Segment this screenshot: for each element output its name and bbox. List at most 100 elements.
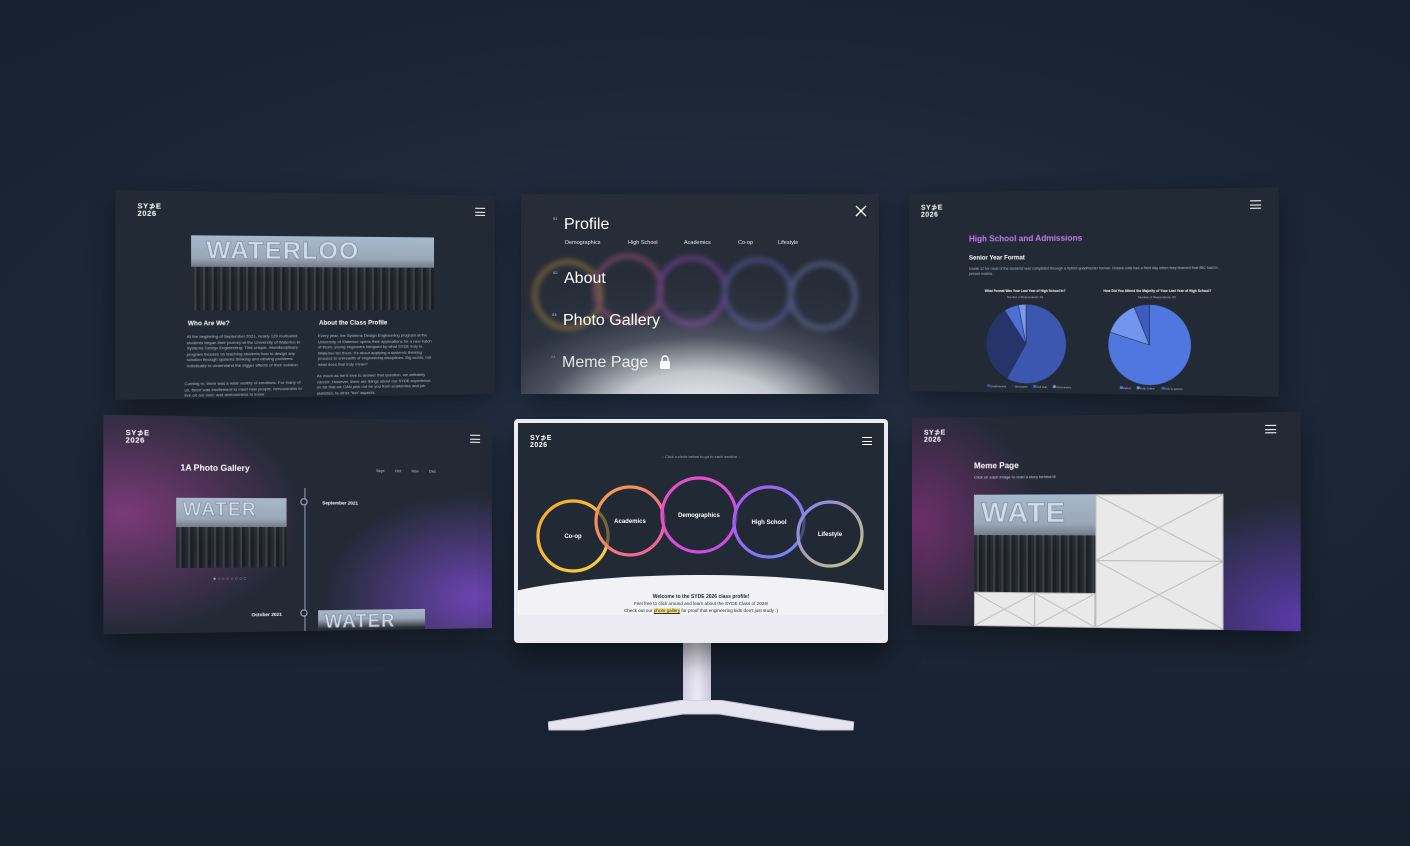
section-title: High School and Admissions bbox=[968, 233, 1083, 244]
chart1-subtitle: Number of Respondents: 63 bbox=[1007, 295, 1043, 300]
welcome-line3-suffix: for proof that engineering kids don't ju… bbox=[681, 608, 779, 613]
menu-icon[interactable] bbox=[1250, 200, 1262, 209]
logo-line2: 2026 bbox=[923, 436, 942, 444]
legend-label: Semesters bbox=[1015, 385, 1028, 389]
timeline-entry-label: September 2021 bbox=[322, 500, 359, 506]
monitor-stand-base bbox=[547, 699, 855, 734]
legend-label: Full Year bbox=[1036, 385, 1048, 390]
welcome-line3-prefix: Check out our bbox=[623, 608, 653, 613]
photo-watermark: WATER bbox=[324, 609, 396, 632]
section-circle-label: Demographics bbox=[678, 513, 720, 519]
meme-placeholder[interactable] bbox=[1034, 592, 1096, 628]
logo[interactable]: SY⊅E 2026 bbox=[137, 203, 161, 218]
menu-overlay-screen: 01 Profile Demographics High School Acad… bbox=[521, 194, 879, 394]
submenu-coop[interactable]: Co-op bbox=[738, 240, 753, 246]
logo-line1: SY⊅E bbox=[530, 435, 552, 442]
submenu-demographics[interactable]: Demographics bbox=[565, 240, 600, 246]
menu-item-number: 04 bbox=[551, 354, 556, 359]
logo[interactable]: SY⊅E 2026 bbox=[921, 205, 943, 219]
about-text-2: As much as we'd love to answer that ques… bbox=[316, 371, 431, 396]
legend-label: Octomesters bbox=[1056, 386, 1072, 390]
menu-item-label: Profile bbox=[564, 216, 610, 233]
month-tab[interactable]: Dec bbox=[429, 468, 436, 473]
legend-label: Hybrid bbox=[1122, 387, 1131, 391]
section-description: Grade 12 for most of the students was co… bbox=[968, 265, 1219, 276]
month-tab[interactable]: Nov bbox=[412, 468, 419, 473]
about-page-screen: SY⊅E 2026 WATERLOO Who Are We? At the be… bbox=[115, 190, 495, 400]
photo-gallery-link[interactable]: photo gallery bbox=[653, 608, 681, 613]
logo[interactable]: SY⊅E 2026 bbox=[924, 430, 946, 444]
photo-watermark: WATE bbox=[981, 496, 1067, 529]
submenu-high-school[interactable]: High School bbox=[628, 240, 658, 246]
section-subtitle: Senior Year Format bbox=[968, 255, 1025, 262]
gallery-photo[interactable]: WATER bbox=[176, 497, 287, 569]
meme-title: Meme Page bbox=[973, 461, 1019, 471]
welcome-line3: Check out our photo gallery for proof th… bbox=[518, 608, 884, 613]
timeline-entry-label: October 2021 bbox=[251, 611, 282, 618]
logo[interactable]: SY⊅E 2026 bbox=[530, 435, 552, 449]
chart2-title: How Did You Attend the Majority of Your … bbox=[1103, 288, 1212, 294]
meme-subtitle: Click on each image to read a story behi… bbox=[973, 473, 1056, 480]
photo-watermark: WATERLOO bbox=[206, 236, 360, 266]
class-photo: WATERLOO bbox=[191, 235, 435, 311]
monitor-stand-neck bbox=[683, 640, 711, 708]
menu-item-number: 02 bbox=[553, 270, 558, 275]
month-tab[interactable]: Sept bbox=[376, 468, 384, 473]
menu-icon[interactable] bbox=[470, 434, 481, 443]
high-school-screen: SY⊅E 2026 High School and Admissions Sen… bbox=[909, 187, 1279, 397]
who-heading: Who Are We? bbox=[187, 321, 230, 328]
logo-line2: 2026 bbox=[920, 211, 939, 219]
welcome-title: Welcome to the SYDE 2026 class profile! bbox=[652, 594, 750, 600]
lock-icon bbox=[659, 355, 671, 369]
logo-line2: 2026 bbox=[125, 437, 145, 445]
who-text: At the beginning of September 2021, near… bbox=[186, 333, 301, 368]
meme-photo[interactable]: WATE bbox=[973, 494, 1096, 593]
photo-gallery-screen: SY⊅E 2026 1A Photo Gallery Sept Oct Nov … bbox=[103, 414, 493, 635]
section-circles: Co-op Academics Demographics High School Lif… bbox=[536, 476, 864, 573]
menu-item-number: 01 bbox=[553, 216, 558, 221]
timeline-marker bbox=[300, 498, 308, 506]
logo-line2: 2026 bbox=[530, 442, 548, 449]
menu-item-label: Meme Page bbox=[562, 354, 649, 371]
welcome-line2: Feel free to click around and learn abou… bbox=[633, 601, 769, 606]
menu-item-label: Photo Gallery bbox=[563, 312, 660, 329]
photo-watermark: WATER bbox=[182, 499, 257, 521]
section-circle-label: Lifestyle bbox=[818, 532, 843, 538]
legend-label: Fully Online bbox=[1140, 387, 1155, 391]
logo[interactable]: SY⊅E 2026 bbox=[126, 430, 150, 445]
pie-chart-attendance bbox=[1107, 303, 1192, 387]
submenu-academics[interactable]: Academics bbox=[684, 240, 711, 246]
menu-item-label: About bbox=[564, 270, 606, 287]
meme-placeholder[interactable] bbox=[1095, 493, 1224, 562]
pie-chart-format bbox=[985, 303, 1067, 385]
timeline-marker bbox=[300, 609, 308, 617]
menu-item-number: 03 bbox=[552, 312, 557, 317]
legend-label: Quadmesters bbox=[990, 385, 1007, 389]
section-circle-high-school[interactable]: High School bbox=[732, 485, 806, 559]
chart1-title: What Format Was Your Last Year of High S… bbox=[984, 288, 1066, 294]
menu-icon[interactable] bbox=[475, 207, 486, 216]
about-text: Every year, the Systems Design Engineeri… bbox=[317, 332, 432, 367]
chart2-subtitle: Number of Respondents: 63 bbox=[1138, 295, 1176, 300]
section-circle-label: High School bbox=[752, 520, 787, 526]
month-tab[interactable]: Oct bbox=[395, 468, 401, 473]
close-icon[interactable] bbox=[855, 204, 867, 217]
chart1-legend: Quadmesters Semesters Full Year Octomest… bbox=[987, 384, 1071, 389]
menu-icon[interactable] bbox=[862, 437, 872, 445]
gallery-title: 1A Photo Gallery bbox=[180, 463, 250, 474]
meme-placeholder[interactable] bbox=[973, 591, 1036, 627]
section-circle-lifestyle[interactable]: Lifestyle bbox=[796, 500, 864, 568]
meme-placeholder[interactable] bbox=[1095, 560, 1224, 631]
section-circle-demographics[interactable]: Demographics bbox=[660, 476, 738, 554]
menu-icon[interactable] bbox=[1265, 424, 1277, 434]
chart2-legend: Hybrid Fully Online Fully In-person bbox=[1119, 385, 1183, 392]
submenu-lifestyle[interactable]: Lifestyle bbox=[778, 240, 798, 246]
section-hint: ↓ Click a circle below to go to each sec… bbox=[661, 454, 741, 459]
carousel-dots[interactable]: ●○○○○○○○ bbox=[213, 576, 248, 583]
meme-page-screen: SY⊅E 2026 Meme Page Click on each image … bbox=[912, 411, 1301, 632]
section-circle-academics[interactable]: Academics bbox=[594, 485, 666, 557]
home-page-screen: SY⊅E 2026 ↓ Click a circle below to go t… bbox=[518, 423, 884, 615]
logo-line2: 2026 bbox=[137, 210, 157, 219]
legend-label: Fully In-person bbox=[1164, 387, 1183, 392]
section-circle-label: Academics bbox=[614, 519, 646, 525]
